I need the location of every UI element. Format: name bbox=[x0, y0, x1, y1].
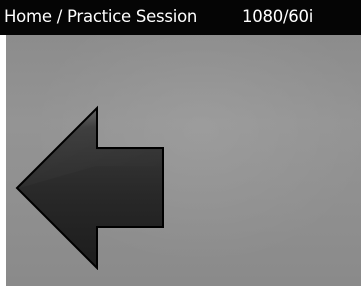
breadcrumb: Home / Practice Session bbox=[4, 7, 198, 26]
back-button[interactable] bbox=[12, 74, 165, 270]
resolution-indicator: 1080/60i bbox=[242, 7, 314, 26]
top-status-bar: Home / Practice Session 1080/60i bbox=[0, 0, 361, 35]
camera-screen: Home / Practice Session 1080/60i bbox=[0, 0, 361, 286]
left-arrow-icon bbox=[15, 105, 164, 270]
